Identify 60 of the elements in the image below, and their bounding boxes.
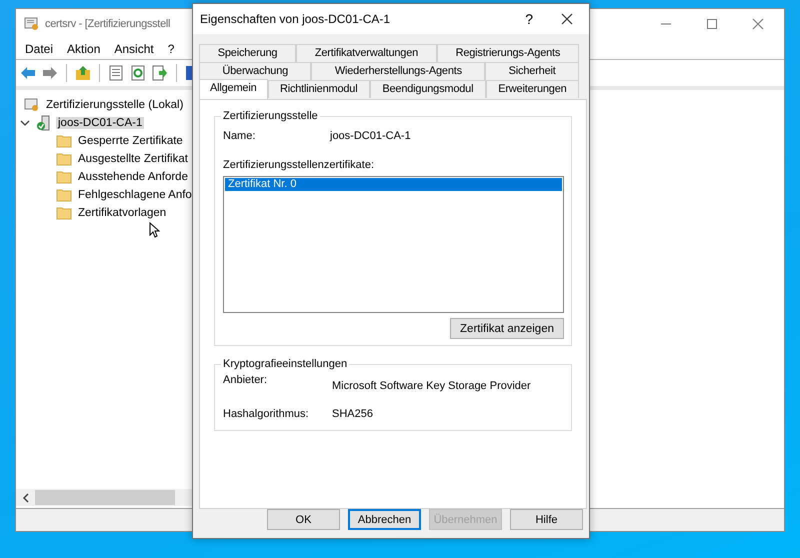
chevron-down-icon[interactable] <box>20 118 30 128</box>
tab[interactable]: Speicherung <box>199 44 296 62</box>
tab[interactable]: Zertifikatverwaltungen <box>296 44 437 62</box>
field-value: SHA256 <box>332 408 373 420</box>
group-title: Zertifizierungsstelle <box>222 110 319 122</box>
dialog-button[interactable]: Abbrechen <box>348 509 421 530</box>
close-icon[interactable] <box>561 13 573 25</box>
tree-item[interactable]: Gesperrte Zertifikate <box>76 135 185 147</box>
field-label: Hashalgorithmus: <box>223 408 310 420</box>
scrollbar-thumb[interactable] <box>35 490 175 505</box>
menu-item[interactable]: Datei <box>25 42 54 56</box>
folder-icon <box>56 152 72 166</box>
help-button[interactable]: ? <box>525 11 533 27</box>
tab[interactable]: Beendigungsmodul <box>370 80 486 98</box>
certificate-authority-icon <box>24 97 40 113</box>
scroll-left-icon[interactable] <box>22 492 30 502</box>
dialog-button[interactable]: OK <box>267 509 340 530</box>
dialog-button[interactable]: Hilfe <box>510 509 583 530</box>
dialog-title: Eigenschaften von joos-DC01-CA-1 <box>200 12 390 26</box>
list-label: Zertifizierungsstellenzertifikate: <box>223 159 376 171</box>
forward-arrow-icon[interactable] <box>42 66 58 80</box>
tree-item[interactable]: Zertifizierungsstelle (Lokal) <box>44 99 186 111</box>
tree-item[interactable]: Fehlgeschlagene Anfo <box>76 189 194 201</box>
server-icon <box>36 115 52 131</box>
field-value: joos-DC01-CA-1 <box>330 130 411 142</box>
tree-item[interactable]: Zertifikatvorlagen <box>76 207 168 219</box>
tab[interactable]: Registrierungs-Agents <box>436 44 579 62</box>
properties-icon[interactable] <box>108 65 124 81</box>
field-label: Name: <box>223 130 256 142</box>
mouse-cursor-icon <box>149 222 160 238</box>
tree-item[interactable]: Ausstehende Anforde <box>76 171 190 183</box>
field-value: Microsoft Software Key Storage Provider <box>332 380 531 392</box>
menu-item[interactable]: Ansicht <box>114 42 154 56</box>
tab[interactable]: Erweiterungen <box>486 80 579 98</box>
tab[interactable]: Wiederherstellungs-Agents <box>311 62 486 80</box>
tab[interactable]: Allgemein <box>199 79 268 99</box>
tab[interactable]: Überwachung <box>199 62 312 80</box>
folder-icon <box>56 206 72 220</box>
list-item[interactable]: Zertifikat Nr. 0 <box>225 178 562 191</box>
certificate-list[interactable]: Zertifikat Nr. 0 <box>223 176 564 313</box>
folder-icon <box>56 134 72 148</box>
tab[interactable]: Sicherheit <box>485 62 579 80</box>
folder-icon <box>56 170 72 184</box>
folder-icon <box>56 188 72 202</box>
menu-item[interactable]: Aktion <box>67 42 100 56</box>
maximize-icon[interactable] <box>706 18 718 30</box>
menu-item[interactable]: ? <box>168 42 174 56</box>
export-icon[interactable] <box>152 65 168 81</box>
window-title: certsrv - [Zertifizierungsstell <box>45 18 170 30</box>
tab[interactable]: Richtlinienmodul <box>268 80 370 98</box>
group-title: Kryptografieeinstellungen <box>222 358 348 370</box>
refresh-icon[interactable] <box>130 65 146 81</box>
back-arrow-icon[interactable] <box>20 66 36 80</box>
tree-item[interactable]: Ausgestellte Zertifikat <box>76 153 190 165</box>
certificate-icon <box>24 16 40 32</box>
tree-item[interactable]: joos-DC01-CA-1 <box>56 117 144 129</box>
horizontal-scrollbar[interactable] <box>16 489 193 506</box>
field-label: Anbieter: <box>223 374 268 388</box>
folder-up-icon[interactable] <box>75 65 91 81</box>
view-certificate-button[interactable]: Zertifikat anzeigen <box>450 318 564 339</box>
